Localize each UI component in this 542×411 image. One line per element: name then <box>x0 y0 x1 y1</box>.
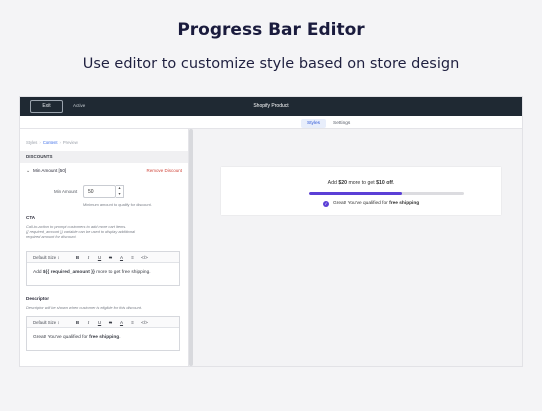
font-size-label: Default Size <box>33 255 57 260</box>
bold-button[interactable]: B <box>74 320 81 325</box>
breadcrumb-preview[interactable]: Preview <box>63 140 78 145</box>
tab-styles[interactable]: Styles <box>301 119 327 128</box>
cta-text-variable: ${{ required_amount }} <box>42 270 95 275</box>
font-size-label: Default Size <box>33 320 57 325</box>
select-caret-icon: ↕ <box>57 255 60 260</box>
min-amount-stepper[interactable]: ▲ ▼ <box>116 185 124 198</box>
hero-title: Progress Bar Editor <box>177 20 365 40</box>
preview-msg-reward: $10 off <box>376 180 393 186</box>
min-amount-label: Min Amount <box>54 189 78 194</box>
qualified-message: Great! You've qualified for free shippin… <box>333 201 419 206</box>
product-title: Shopify Product <box>253 103 289 109</box>
code-button[interactable]: </> <box>141 320 148 325</box>
preview-msg-post: . <box>392 180 395 186</box>
editor-app: Exit Active Shopify Product Styles Setti… <box>20 97 522 366</box>
preview-panel: Add $20 more to get $10 off. ✓ Great! Yo… <box>193 129 522 366</box>
cta-help-line: required amount for discount. <box>26 234 77 240</box>
tab-settings[interactable]: Settings <box>327 119 356 128</box>
cta-editor-content[interactable]: Add ${{ required_amount }} more to get f… <box>27 263 179 285</box>
bold-button[interactable]: B <box>74 255 81 260</box>
descriptor-label: Descriptor <box>26 296 49 301</box>
cta-editor[interactable]: Default Size ↕ B I U S A ≡ </> Add ${{ r… <box>26 251 180 286</box>
italic-button[interactable]: I <box>85 320 92 325</box>
descriptor-editor-content[interactable]: Great! You've qualified for free shippin… <box>27 328 179 350</box>
descriptor-help: Descriptor will be shown when customer i… <box>26 305 142 310</box>
check-circle-icon: ✓ <box>323 201 329 207</box>
text-color-button[interactable]: A <box>118 320 125 325</box>
min-amount-row[interactable]: ⌄ Min Amount [50] Remove Discount <box>26 168 182 176</box>
breadcrumb: Styles › Content › Preview <box>26 140 78 145</box>
clear-format-button[interactable]: ≡ <box>129 320 136 325</box>
descriptor-editor[interactable]: Default Size ↕ B I U S A ≡ </> Great! Yo… <box>26 316 180 351</box>
chevron-down-icon[interactable]: ⌄ <box>26 168 30 174</box>
strikethrough-button[interactable]: S <box>107 320 114 325</box>
hero-subtitle: Use editor to customize style based on s… <box>82 56 460 72</box>
underline-button[interactable]: U <box>96 320 103 325</box>
underline-button[interactable]: U <box>96 255 103 260</box>
progress-fill <box>309 192 402 195</box>
code-button[interactable]: </> <box>141 255 148 260</box>
top-bar: Exit Active Shopify Product <box>20 97 522 116</box>
select-caret-icon: ↕ <box>57 320 60 325</box>
cta-label: CTA <box>26 215 36 220</box>
min-amount-input[interactable] <box>83 185 116 198</box>
min-amount-help: Minimum amount to qualify for discount. <box>83 202 152 207</box>
breadcrumb-content[interactable]: Content <box>43 140 58 145</box>
breadcrumb-separator: › <box>39 140 41 145</box>
qualified-text-bold: free shipping <box>389 201 420 206</box>
cta-text-pre: Add <box>33 270 43 275</box>
cta-help: Call-to-action to prompt customers to ad… <box>26 224 184 240</box>
font-size-select[interactable]: Default Size ↕ <box>33 255 60 260</box>
preview-message: Add $20 more to get $10 off. <box>221 180 501 186</box>
breadcrumb-separator: › <box>59 140 61 145</box>
min-amount-title: Min Amount [50] <box>33 168 67 173</box>
text-color-button[interactable]: A <box>118 255 125 260</box>
preview-msg-amount: $20 <box>338 180 347 186</box>
italic-button[interactable]: I <box>85 255 92 260</box>
cta-text-post: more to get free shipping. <box>94 270 151 275</box>
progress-bar-preview: Add $20 more to get $10 off. ✓ Great! Yo… <box>221 167 501 215</box>
tab-bar: Styles Settings <box>20 116 522 129</box>
stepper-down-icon[interactable]: ▼ <box>116 192 123 198</box>
clear-format-button[interactable]: ≡ <box>129 255 136 260</box>
remove-discount-link[interactable]: Remove Discount <box>146 168 182 173</box>
editor-toolbar: Default Size ↕ B I U S A ≡ </> <box>27 252 179 263</box>
descriptor-text-post: . <box>119 335 121 340</box>
preview-msg-mid: more to get <box>347 180 377 186</box>
descriptor-text-bold: free shipping <box>89 335 120 340</box>
editor-toolbar: Default Size ↕ B I U S A ≡ </> <box>27 317 179 328</box>
discounts-section-heading: DISCOUNTS <box>20 151 188 163</box>
qualified-text-pre: Great! You've qualified for <box>333 201 390 206</box>
preview-msg-pre: Add <box>327 180 339 186</box>
progress-track <box>309 192 464 195</box>
strikethrough-button[interactable]: S <box>107 255 114 260</box>
font-size-select[interactable]: Default Size ↕ <box>33 320 60 325</box>
breadcrumb-styles[interactable]: Styles <box>26 140 37 145</box>
settings-panel: Styles › Content › Preview DISCOUNTS ⌄ Min A… <box>20 129 189 366</box>
descriptor-text-pre: Great! You've qualified for <box>33 335 90 340</box>
